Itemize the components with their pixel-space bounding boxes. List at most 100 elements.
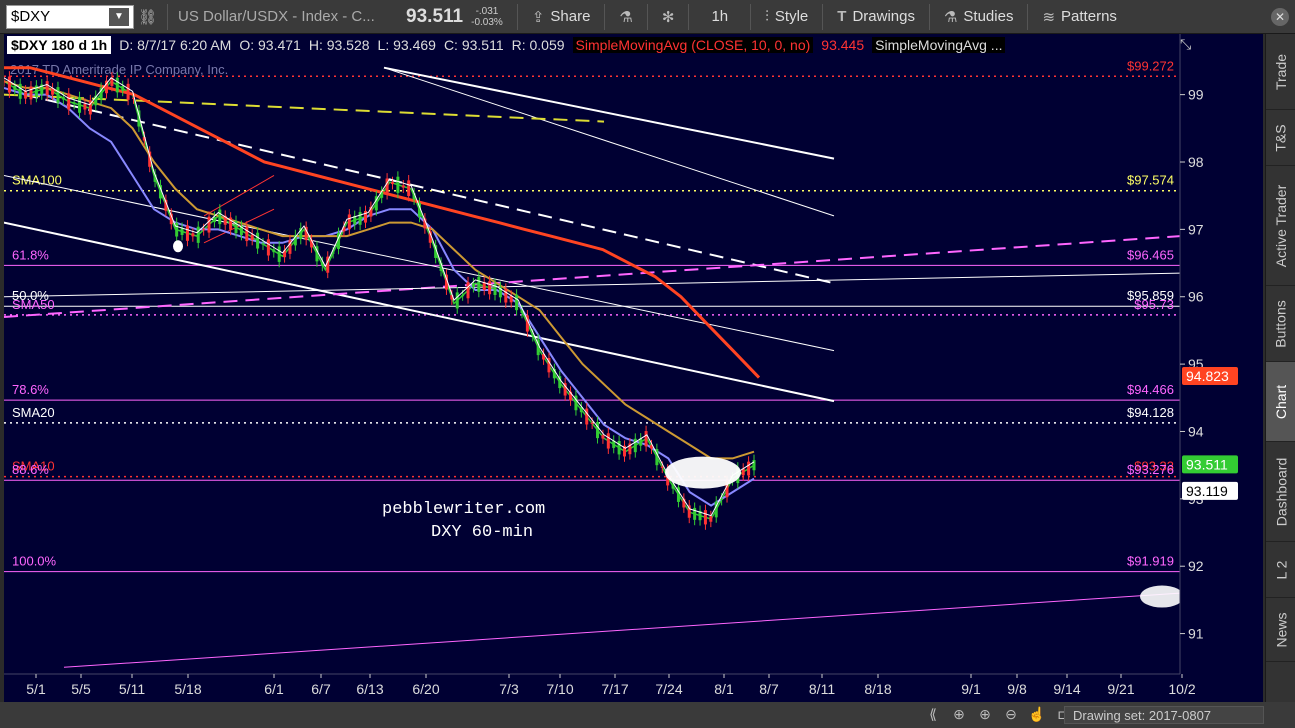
- candle: [596, 422, 600, 439]
- tab-level2[interactable]: L 2: [1266, 542, 1295, 598]
- series-line: [4, 77, 755, 517]
- candle: [45, 81, 49, 96]
- drawings-button[interactable]: T Drawings: [829, 8, 923, 25]
- candle: [390, 182, 394, 185]
- drawing-set-selector[interactable]: Drawing set: 2017-0807: [1064, 706, 1264, 724]
- candle: [175, 222, 179, 237]
- tab-chart[interactable]: Chart: [1266, 362, 1295, 442]
- candle: [191, 233, 195, 237]
- candle: [347, 214, 351, 230]
- zoom-controls: ⟪ ⊕ ⊕ ⊖ ☝ ⊏: [924, 705, 1072, 723]
- candle: [601, 435, 605, 439]
- scroll-left-icon[interactable]: ⟪: [924, 705, 942, 723]
- trend-line: [63, 592, 1181, 668]
- candle: [126, 83, 130, 100]
- candle: [703, 510, 707, 525]
- candle: [13, 85, 17, 91]
- change-pct: -0.03%: [471, 16, 503, 28]
- level-price-SMA20: $94.128: [1127, 405, 1174, 420]
- candle: [67, 93, 71, 110]
- candle: [644, 431, 648, 447]
- candle: [504, 288, 508, 303]
- candle: [256, 232, 260, 249]
- sma-more-label[interactable]: SimpleMovingAvg ...: [872, 37, 1006, 53]
- bar-high: H: 93.528: [308, 37, 370, 53]
- candle: [61, 97, 65, 100]
- price-chart[interactable]: 2017 TD Ameritrade IP Company, Inc.SMA10…: [4, 34, 1263, 702]
- flask-button[interactable]: ⚗: [611, 8, 640, 26]
- candle: [477, 276, 481, 292]
- candle: [121, 86, 125, 91]
- chart-area[interactable]: 2017 TD Ameritrade IP Company, Inc. SMA10…: [4, 34, 1263, 702]
- interval-button[interactable]: 1h: [695, 8, 744, 25]
- x-tick-label: 9/1: [961, 681, 981, 697]
- candle: [407, 180, 411, 196]
- candle: [455, 292, 459, 309]
- tab-time-sales[interactable]: T&S: [1266, 110, 1295, 166]
- x-tick-label: 7/10: [546, 681, 573, 697]
- level-price-fib-88: $93.276: [1127, 462, 1174, 477]
- annotation-line1: pebblewriter.com: [382, 500, 545, 519]
- x-tick-label: 9/21: [1107, 681, 1134, 697]
- bottom-bar: ⟪ ⊕ ⊕ ⊖ ☝ ⊏ Drawing set: 2017-0807: [0, 702, 1295, 728]
- collapse-icon[interactable]: ⤡: [1180, 36, 1191, 53]
- tab-trade[interactable]: Trade: [1266, 34, 1295, 110]
- candle: [660, 466, 664, 468]
- candle: [617, 441, 621, 455]
- candle: [633, 438, 637, 453]
- marker-dot: [173, 240, 183, 253]
- level-label-fib-78: 78.6%: [12, 382, 49, 397]
- highlight-ellipse: [665, 456, 741, 489]
- trend-line: [23, 93, 835, 285]
- candle: [266, 239, 270, 256]
- pan-icon[interactable]: ☝: [1028, 705, 1046, 723]
- candle: [218, 209, 222, 225]
- patterns-button[interactable]: ≋ Patterns: [1034, 8, 1124, 26]
- symbol-description: US Dollar/USDX - Index - C...: [178, 8, 375, 25]
- zoom-in-icon[interactable]: ⊕: [976, 705, 994, 723]
- sma10-study-label[interactable]: SimpleMovingAvg (CLOSE, 10, 0, no): [572, 37, 814, 53]
- x-tick-label: 5/1: [26, 681, 46, 697]
- trend-line: [4, 221, 835, 403]
- zoom-out-icon[interactable]: ⊖: [1002, 705, 1020, 723]
- y-tick-label: 94: [1188, 423, 1204, 439]
- candle: [29, 86, 33, 100]
- tab-buttons[interactable]: Buttons: [1266, 286, 1295, 362]
- tab-active-trader[interactable]: Active Trader: [1266, 166, 1295, 286]
- candle: [180, 227, 184, 235]
- gear-icon: ✻: [661, 8, 675, 26]
- tab-dashboard[interactable]: Dashboard: [1266, 442, 1295, 542]
- candle: [590, 422, 594, 424]
- chevron-down-icon[interactable]: ▼: [109, 7, 129, 26]
- studies-button[interactable]: ⚗ Studies: [936, 8, 1022, 26]
- share-button[interactable]: ⇪ Share: [524, 8, 599, 26]
- link-icon[interactable]: ⛓: [134, 8, 161, 26]
- symbol-input[interactable]: $DXY ▼: [6, 4, 134, 29]
- x-tick-label: 7/3: [499, 681, 519, 697]
- candle: [78, 97, 82, 113]
- candle: [250, 234, 254, 240]
- symbol-text: $DXY: [11, 8, 51, 25]
- candle: [272, 249, 276, 253]
- price-badge-white-text: 93.119: [1186, 483, 1228, 499]
- x-tick-label: 5/5: [71, 681, 91, 697]
- x-tick-label: 9/8: [1007, 681, 1027, 697]
- candle: [585, 408, 589, 425]
- level-price-fib-78: $94.466: [1127, 382, 1174, 397]
- trend-line: [383, 66, 835, 160]
- x-tick-label: 6/20: [412, 681, 439, 697]
- candle: [202, 229, 206, 231]
- change-abs: -.031: [475, 5, 499, 17]
- candle: [115, 77, 119, 93]
- trend-line: [383, 67, 835, 217]
- tab-news[interactable]: News: [1266, 598, 1295, 662]
- x-tick-label: 7/24: [655, 681, 682, 697]
- last-price-badge-text: 93.511: [1186, 456, 1228, 472]
- style-button[interactable]: ⫶ Style: [757, 8, 816, 25]
- settings-button[interactable]: ✻: [654, 8, 683, 26]
- crosshair-icon[interactable]: ⊕: [950, 705, 968, 723]
- candle: [4, 81, 6, 83]
- y-tick-label: 98: [1188, 154, 1204, 170]
- candle: [72, 102, 76, 105]
- close-icon[interactable]: ✕: [1271, 8, 1289, 26]
